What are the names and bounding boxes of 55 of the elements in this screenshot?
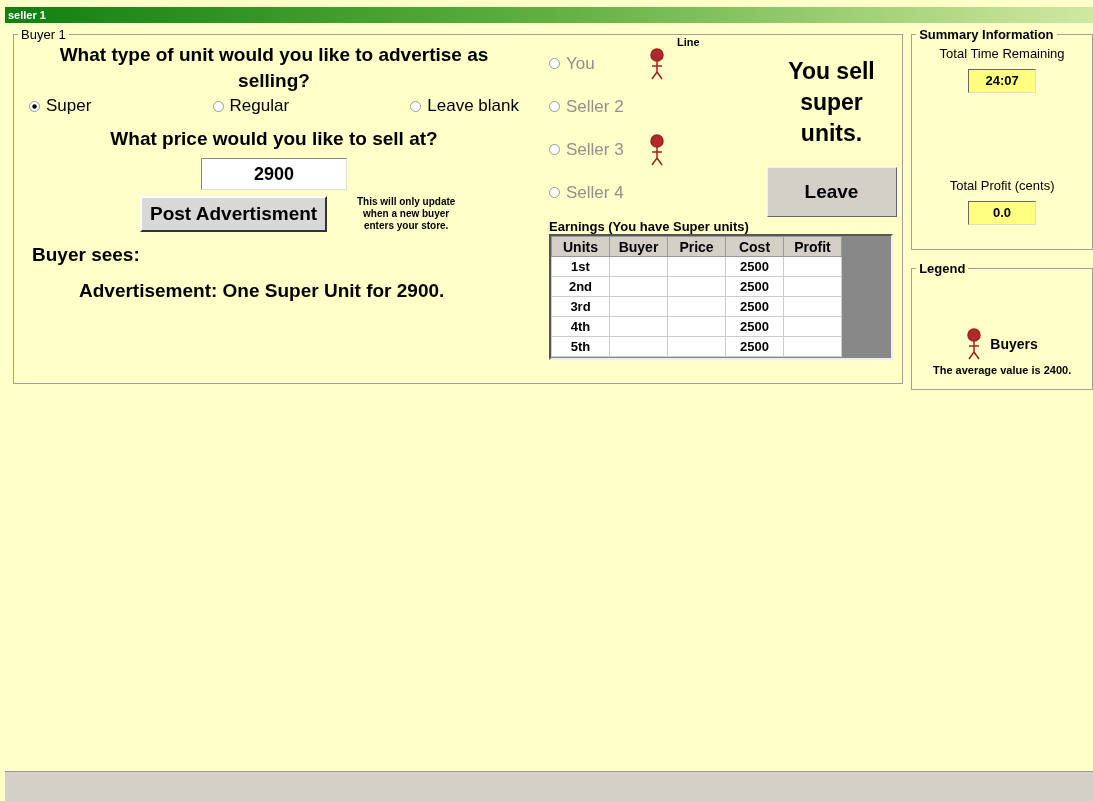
table-cell xyxy=(783,316,842,337)
table-cell xyxy=(667,256,726,277)
table-cell xyxy=(783,296,842,317)
table-cell xyxy=(667,336,726,357)
field-label: Total Profit (cents) xyxy=(949,178,1055,193)
table-cell xyxy=(609,336,668,357)
table-cell xyxy=(667,316,726,337)
leave-button[interactable]: Leave xyxy=(766,167,897,217)
table-cell: 2500 xyxy=(725,336,784,357)
price-field[interactable]: 2900 xyxy=(201,158,347,190)
note-text: The average value is 2400. xyxy=(933,364,1072,376)
table-cell: 2500 xyxy=(725,276,784,297)
table-cell xyxy=(783,276,842,297)
table-cell: 2nd xyxy=(551,276,610,297)
column-header: Profit xyxy=(783,236,842,257)
line-label: Line xyxy=(677,36,700,48)
table-cell xyxy=(609,256,668,277)
table-cell xyxy=(667,296,726,317)
table-cell: 3rd xyxy=(551,296,610,317)
column-header: Price xyxy=(667,236,726,257)
legend-label: Buyers xyxy=(990,336,1038,352)
table-cell xyxy=(609,316,668,337)
table-cell: 4th xyxy=(551,316,610,337)
field-label: Total Time Remaining xyxy=(939,46,1065,61)
table-cell: 5th xyxy=(551,336,610,357)
buyer-icon xyxy=(966,328,983,360)
table-cell xyxy=(783,256,842,277)
column-header: Buyer xyxy=(609,236,668,257)
table-cell xyxy=(609,276,668,297)
radio-button[interactable]: Leave blank xyxy=(410,96,519,116)
panel-title: Summary Information xyxy=(918,27,1055,42)
panel-title: Legend xyxy=(918,261,967,276)
post-button[interactable]: Post Advertisment xyxy=(140,196,328,232)
advertisement-text: Advertisement: One Super Unit for 2900. xyxy=(79,280,445,302)
sell-message: You sell super units. xyxy=(787,57,876,148)
radio-button[interactable]: Regular xyxy=(212,96,290,116)
note-text: This will only update when a new buyer enters your store. xyxy=(356,196,457,232)
table-cell: 1st xyxy=(551,256,610,277)
table-cell xyxy=(609,296,668,317)
table-cell xyxy=(667,276,726,297)
table-cell: 2500 xyxy=(725,256,784,277)
column-header: Cost xyxy=(725,236,784,257)
question-text: What price would you like to sell at? xyxy=(110,128,438,150)
section-label: Buyer sees: xyxy=(32,244,140,266)
table-cell: 2500 xyxy=(725,316,784,337)
question-text: What type of unit would you like to advertise as selling? xyxy=(58,43,490,93)
time-value: 24:07 xyxy=(968,69,1037,93)
profit-value: 0.0 xyxy=(968,201,1037,225)
panel-title: Buyer 1 xyxy=(20,27,67,42)
window-title: seller 1 xyxy=(5,7,1093,23)
table-cell: 2500 xyxy=(725,296,784,317)
radio-button[interactable]: Super xyxy=(29,96,92,116)
column-header: Units xyxy=(551,236,610,257)
table-title: Earnings (You have Super units) xyxy=(549,219,750,234)
table-cell xyxy=(783,336,842,357)
